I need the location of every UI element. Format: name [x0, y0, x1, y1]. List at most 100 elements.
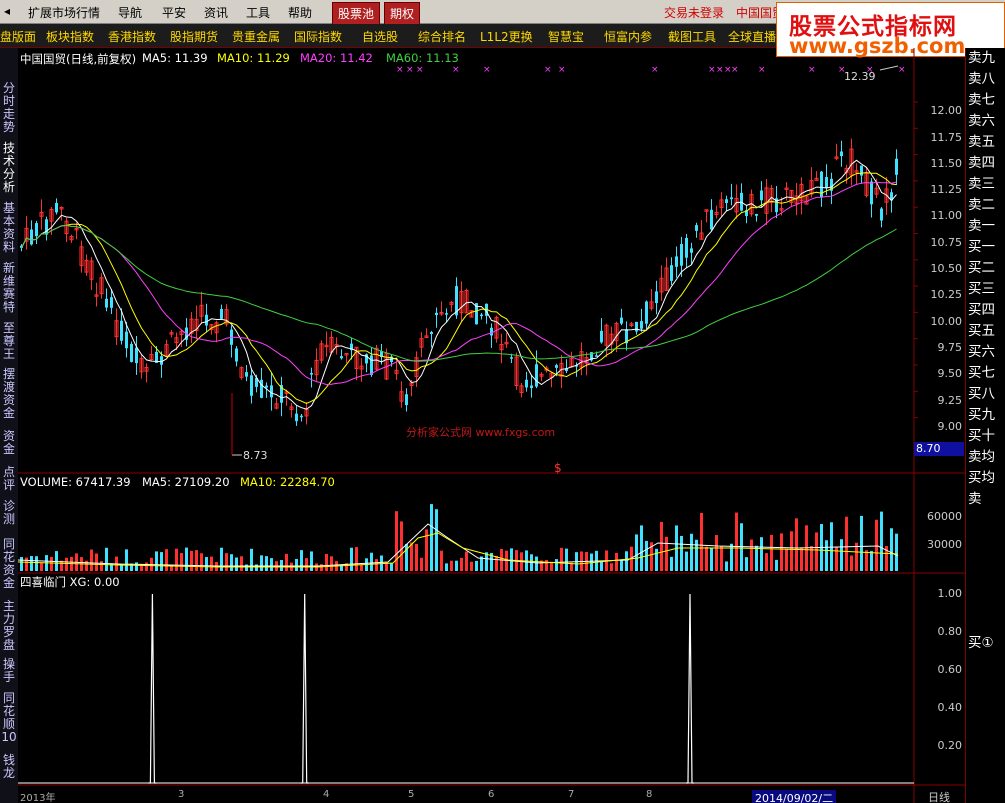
signal-cross-mark: × [898, 65, 906, 75]
ob-buy5[interactable]: 买五 [968, 323, 1005, 340]
volume-bar [565, 548, 568, 571]
ob-buy7[interactable]: 买七 [968, 365, 1005, 382]
ob-sell2[interactable]: 卖二 [968, 197, 1005, 214]
nav-diagnose[interactable]: 诊测 [1, 500, 17, 526]
ob-sell8[interactable]: 卖八 [968, 71, 1005, 88]
tab-index-futures[interactable]: 股指期货 [170, 28, 218, 45]
volume-bar [685, 551, 688, 571]
signal-spike [686, 593, 694, 784]
volume-bar [870, 551, 873, 571]
tab-precious-metals[interactable]: 贵重金属 [232, 28, 280, 45]
tab-board[interactable]: 盘版面 [0, 28, 36, 45]
ob-sell[interactable]: 卖 [968, 491, 1005, 508]
volume-bar [890, 528, 893, 571]
ob-sell1[interactable]: 卖一 [968, 218, 1005, 235]
volume-bar [655, 548, 658, 571]
nav-funds[interactable]: 资金 [1, 430, 17, 456]
menu-item-options[interactable]: 期权 [384, 2, 421, 25]
volume-bar [690, 533, 693, 571]
nav-xinwei[interactable]: 新维赛特 [1, 262, 17, 314]
volume-bar [30, 556, 33, 571]
candle-body [535, 364, 538, 387]
nav-comment[interactable]: 点评 [1, 466, 17, 492]
login-status[interactable]: 交易未登录 [664, 4, 724, 21]
tab-screenshot[interactable]: 截图工具 [668, 28, 716, 45]
y-tick-9-50: 9.50 [937, 367, 963, 380]
volume-bar [850, 555, 853, 571]
volume-bar [560, 547, 563, 571]
nav-qianlong[interactable]: 钱龙 [1, 754, 17, 780]
nav-technical[interactable]: 技术分析 [1, 142, 17, 194]
volume-bar [705, 546, 708, 571]
ob-buy2[interactable]: 买二 [968, 260, 1005, 277]
menu-item-nav[interactable]: 导航 [118, 4, 142, 21]
volume-bar [680, 535, 683, 571]
tab-ranking[interactable]: 综合排名 [418, 28, 466, 45]
candle-body [755, 213, 758, 216]
candle-body [635, 321, 638, 332]
candle-body [135, 347, 138, 364]
volume-bar [250, 548, 253, 571]
volume-bar [175, 548, 178, 571]
left-side-nav: 分时走势 技术分析 基本资料 新维赛特 至尊王 摆渡资金 资金 点评 诊测 同花… [0, 48, 18, 803]
menu-item-help[interactable]: 帮助 [288, 4, 312, 21]
menu-item-pingan[interactable]: 平安 [162, 4, 186, 21]
ob-buy10[interactable]: 买十 [968, 428, 1005, 445]
ob-sell9[interactable]: 卖九 [968, 50, 1005, 67]
ob-sell4[interactable]: 卖四 [968, 155, 1005, 172]
menu-item-extended-market[interactable]: 扩展市场行情 [28, 4, 100, 21]
volume-bar [640, 525, 643, 571]
ob-buy8[interactable]: 买八 [968, 386, 1005, 403]
volume-bar [815, 532, 818, 571]
candle-body [300, 415, 303, 418]
ob-sell7[interactable]: 卖七 [968, 92, 1005, 109]
nav-ths10[interactable]: 同花顺10 [1, 692, 17, 744]
tab-global-index[interactable]: 国际指数 [294, 28, 342, 45]
menu-arrow-icon[interactable]: ◂ [4, 4, 10, 18]
ob-sell6[interactable]: 卖六 [968, 113, 1005, 130]
signal-spike [300, 593, 309, 784]
menu-item-news[interactable]: 资讯 [204, 4, 228, 21]
volume-bar [670, 556, 673, 571]
chart-area[interactable]: × × × × × × × × × × × × × × × × × $ 中国国贸(日线,前复权) MA5: 11.… [17, 48, 965, 803]
tab-sector-index[interactable]: 板块指数 [46, 28, 94, 45]
nav-zhizun[interactable]: 至尊王 [1, 322, 17, 361]
candle-body [45, 219, 48, 235]
volume-bar [775, 559, 778, 571]
tab-hk-index[interactable]: 香港指数 [108, 28, 156, 45]
tab-watchlist[interactable]: 自选股 [362, 28, 398, 45]
volume-ma10-label: MA10: 22284.70 [240, 475, 335, 489]
volume-bar [180, 553, 183, 571]
ob-buy9[interactable]: 买九 [968, 407, 1005, 424]
tab-l1l2[interactable]: L1L2更换 [480, 28, 533, 45]
candle-body [710, 209, 713, 230]
period-label[interactable]: 日线 [928, 789, 950, 803]
ob-buy6[interactable]: 买六 [968, 344, 1005, 361]
nav-funds-ferry[interactable]: 摆渡资金 [1, 368, 17, 420]
ob-sell-avg[interactable]: 卖均 [968, 449, 1005, 466]
menu-item-tools[interactable]: 工具 [246, 4, 270, 21]
nav-compass[interactable]: 主力罗盘 [1, 600, 17, 652]
tab-reference[interactable]: 恒富内参 [604, 28, 652, 45]
tab-global-live[interactable]: 全球直播 [728, 28, 776, 45]
ob-sell5[interactable]: 卖五 [968, 134, 1005, 151]
ob-buy4[interactable]: 买四 [968, 302, 1005, 319]
candle-body [310, 372, 313, 375]
menu-item-stock-pool[interactable]: 股票池 [332, 2, 381, 25]
nav-ths-funds[interactable]: 同花资金 [1, 538, 17, 590]
signal-cross-mark: × [396, 65, 404, 75]
x-label-5: 5 [408, 789, 415, 800]
nav-fundamentals[interactable]: 基本资料 [1, 202, 17, 254]
nav-operator[interactable]: 操手 [1, 658, 17, 684]
candle-body [265, 385, 268, 388]
ob-sell3[interactable]: 卖三 [968, 176, 1005, 193]
ob-buy1[interactable]: 买一 [968, 239, 1005, 256]
volume-bar [20, 557, 23, 571]
ob-buy-avg[interactable]: 买均 [968, 470, 1005, 487]
tab-smart[interactable]: 智慧宝 [548, 28, 584, 45]
volume-bar [840, 539, 843, 571]
y-tick-11-50: 11.50 [930, 157, 963, 170]
volume-title: VOLUME: 67417.39 [20, 475, 131, 489]
ob-buy3[interactable]: 买三 [968, 281, 1005, 298]
nav-intraday[interactable]: 分时走势 [1, 82, 17, 134]
